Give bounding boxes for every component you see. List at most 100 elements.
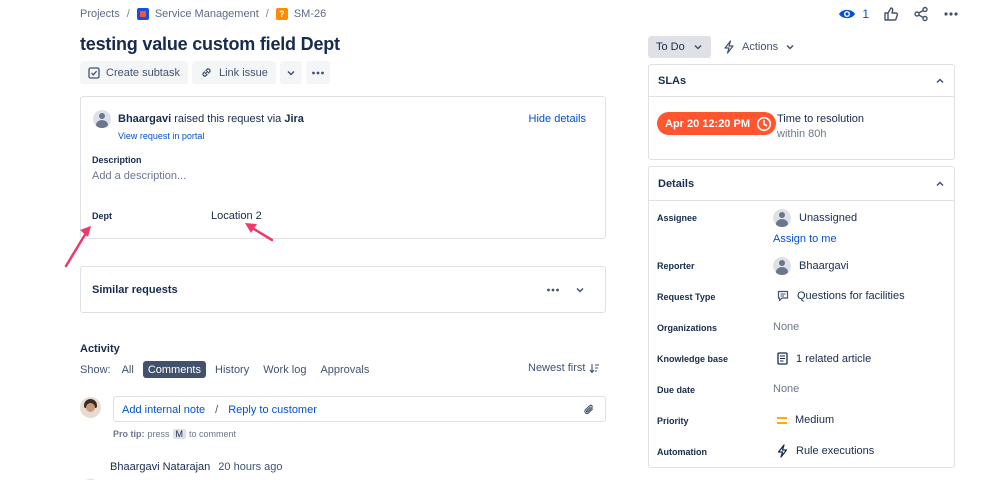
due-date-value[interactable]: None [773,383,799,395]
sla-badge[interactable]: Apr 20 12:20 PM [657,112,776,135]
raised-text: raised this request via [174,113,282,125]
comment-time[interactable]: 20 hours ago [218,461,282,473]
chevron-down-icon [693,42,703,52]
priority-medium-icon [777,416,787,424]
automation-label: Automation [657,447,707,457]
request-type-field[interactable]: Questions for facilities [777,290,905,302]
attachment-icon[interactable] [583,403,595,416]
breadcrumb-separator: / [126,8,130,20]
breadcrumb-projects[interactable]: Projects [80,8,120,20]
request-channel: Jira [284,113,304,125]
reporter-value: Bhaargavi [799,260,849,272]
automation-value: Rule executions [796,445,875,457]
issue-type-icon: ? [275,8,288,20]
description-field[interactable]: Add a description... [92,170,186,182]
view-request-portal-link[interactable]: View request in portal [118,131,204,141]
status-button[interactable]: To Do [648,36,711,58]
lightning-icon [777,444,788,458]
automation-field[interactable]: Rule executions [777,444,874,458]
chat-icon [777,290,789,302]
reporter-name[interactable]: Bhaargavi [118,113,171,125]
breadcrumb-issue-key[interactable]: SM-26 [294,8,326,20]
avatar [80,397,101,418]
comment-mode-switch: Add internal note / Reply to customer [122,404,317,416]
actions-button[interactable]: Actions [723,36,795,58]
show-label: Show: [80,363,111,376]
lightning-icon [723,40,735,54]
watch-button[interactable]: 1 [838,7,869,21]
details-panel-header[interactable]: Details [649,167,954,201]
tab-comments[interactable]: Comments [142,361,206,378]
avatar [773,209,791,227]
comment-mode-separator: / [215,404,219,416]
assignee-value: Unassigned [799,212,858,224]
project-avatar-icon [136,8,149,20]
tab-history[interactable]: History [210,361,254,378]
assignee-label: Assignee [657,213,698,223]
breadcrumb-project[interactable]: Service Management [155,8,259,20]
organizations-value[interactable]: None [773,321,799,333]
sla-panel: SLAs Apr 20 12:20 PM Time to resolution … [648,64,955,160]
sort-label: Newest first [528,362,586,374]
more-icon[interactable] [943,6,959,22]
chevron-down-icon[interactable] [575,285,585,295]
sla-panel-header[interactable]: SLAs [649,65,954,97]
assignee-field[interactable]: Unassigned [773,209,857,227]
due-date-label: Due date [657,385,696,395]
issue-toolbar: Create subtask Link issue [80,61,330,84]
request-details-panel: Bhaargavi raised this request via Jira V… [80,96,606,239]
create-subtask-button[interactable]: Create subtask [80,61,188,84]
details-title: Details [658,177,695,190]
link-issue-button[interactable]: Link issue [191,61,276,84]
chevron-up-icon [935,76,945,86]
breadcrumb: Projects / Service Management / ? SM-26 [80,8,326,20]
request-type-value: Questions for facilities [797,290,905,302]
link-issue-dropdown[interactable] [279,61,302,84]
reply-to-customer-button[interactable]: Reply to customer [228,404,317,416]
comment-entry-header: Bhaargavi Natarajan 20 hours ago [110,461,283,473]
tab-all[interactable]: All [117,361,139,378]
knowledge-base-label: Knowledge base [657,354,729,364]
reporter-field[interactable]: Bhaargavi [773,257,849,275]
similar-requests-panel[interactable]: Similar requests [80,266,606,313]
subtask-icon [88,66,100,79]
sort-order-button[interactable]: Newest first [528,362,600,374]
tab-approvals[interactable]: Approvals [315,361,374,378]
sla-metric: Time to resolution [777,113,865,125]
priority-value: Medium [795,414,835,426]
pro-tip-press: press [147,429,170,439]
add-internal-note-button[interactable]: Add internal note [122,404,205,416]
knowledge-base-field[interactable]: 1 related article [777,352,871,365]
avatar [93,110,111,128]
article-icon [777,352,788,365]
activity-filter: Show: All Comments History Work log Appr… [80,361,374,378]
issue-title[interactable]: testing value custom field Dept [80,34,340,55]
hide-details-button[interactable]: Hide details [529,113,586,125]
thumbs-up-icon[interactable] [883,6,899,22]
comment-editor[interactable]: Add internal note / Reply to customer [113,396,606,422]
header-actions: 1 [838,6,959,22]
share-icon[interactable] [913,6,929,22]
request-raised-line: Bhaargavi raised this request via Jira [118,113,304,125]
priority-label: Priority [657,416,689,426]
tab-work-log[interactable]: Work log [258,361,311,378]
clock-icon [756,116,772,132]
avatar [773,257,791,275]
activity-title: Activity [80,343,120,355]
pro-tip-label: Pro tip: [113,429,145,439]
chevron-down-icon [785,42,795,52]
chevron-down-icon [286,68,296,78]
link-icon [200,66,213,79]
priority-field[interactable]: Medium [777,414,834,426]
create-subtask-label: Create subtask [106,66,180,79]
comment-author[interactable]: Bhaargavi Natarajan [110,461,210,473]
organizations-label: Organizations [657,323,718,333]
more-toolbar-button[interactable] [305,61,330,84]
sort-icon [589,363,600,374]
more-icon[interactable] [546,285,560,295]
reporter-label: Reporter [657,261,695,271]
breadcrumb-separator: / [265,8,269,20]
pro-tip-key: M [172,429,187,439]
knowledge-base-value: 1 related article [796,352,872,365]
assign-to-me-link[interactable]: Assign to me [773,233,837,245]
